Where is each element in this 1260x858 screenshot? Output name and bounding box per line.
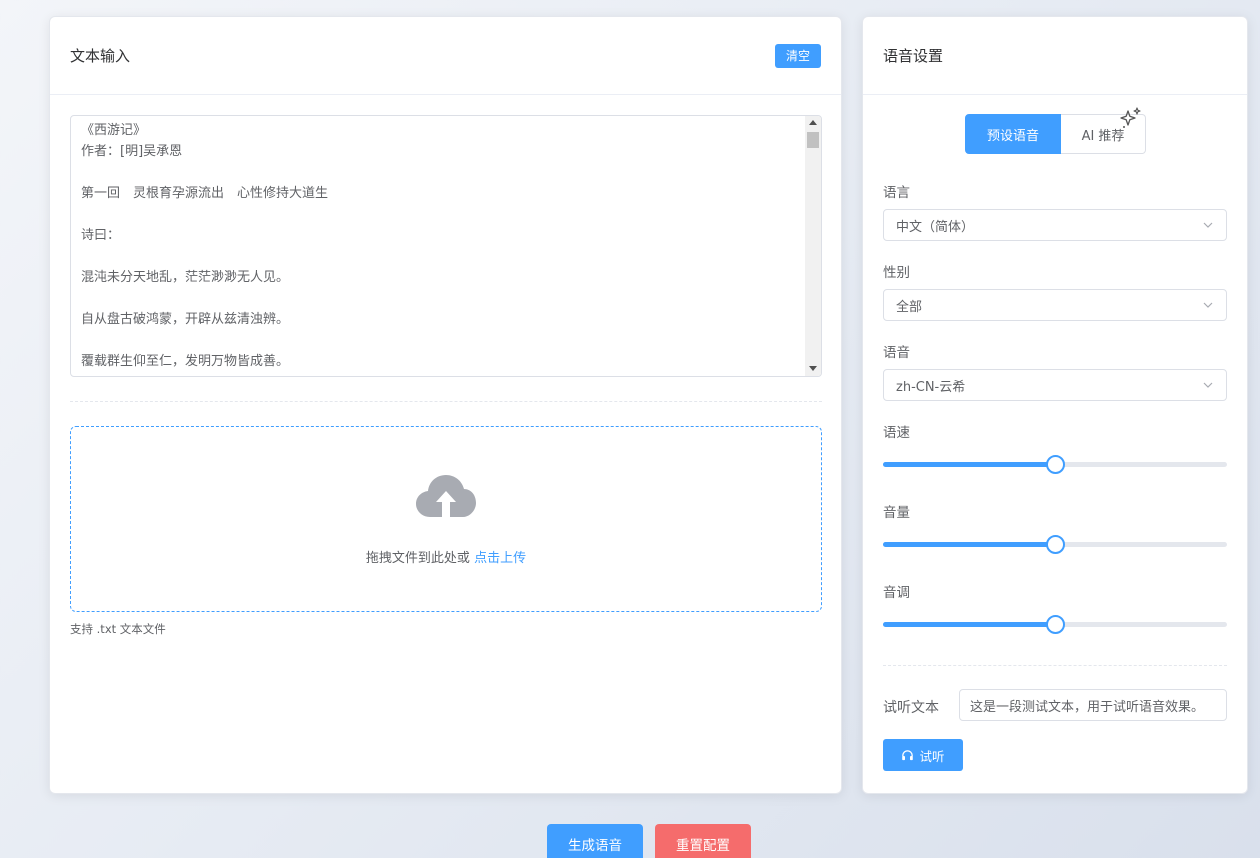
text-input-title: 文本输入 <box>70 47 131 65</box>
scroll-thumb[interactable] <box>807 132 819 148</box>
chevron-down-icon <box>1203 302 1213 308</box>
upload-tip: 支持 .txt 文本文件 <box>70 622 166 636</box>
listen-label: 试听 <box>919 748 945 764</box>
volume-label: 音量 <box>883 505 910 521</box>
cloud-upload-icon <box>416 474 476 517</box>
slider-fill <box>883 462 1055 467</box>
upload-dropzone[interactable]: 拖拽文件到此处或 点击上传 <box>70 426 822 612</box>
clear-button[interactable]: 清空 <box>774 43 821 68</box>
slider-fill <box>883 542 1055 547</box>
listen-button[interactable]: 试听 <box>883 739 963 771</box>
slider-thumb[interactable] <box>1046 615 1065 634</box>
rate-label: 语速 <box>883 425 910 441</box>
language-label: 语言 <box>883 185 910 201</box>
voice-select[interactable]: zh-CN-云希 <box>883 369 1227 401</box>
language-select[interactable]: 中文（简体） <box>883 209 1227 241</box>
scroll-up-icon[interactable] <box>809 120 817 125</box>
gender-select[interactable]: 全部 <box>883 289 1227 321</box>
upload-link[interactable]: 点击上传 <box>474 551 526 566</box>
slider-thumb[interactable] <box>1046 455 1065 474</box>
pitch-slider[interactable] <box>883 614 1227 634</box>
voice-settings-title: 语音设置 <box>883 47 944 65</box>
volume-slider[interactable] <box>883 534 1227 554</box>
voice-value: zh-CN-云希 <box>896 379 966 395</box>
upload-hint: 拖拽文件到此处或 点击上传 <box>366 547 526 566</box>
preview-text-label: 试听文本 <box>883 700 939 716</box>
chevron-down-icon <box>1203 222 1213 228</box>
gender-label: 性别 <box>883 265 910 281</box>
language-value: 中文（简体） <box>896 219 975 235</box>
generate-speech-button[interactable]: 生成语音 <box>547 824 643 858</box>
scroll-down-icon[interactable] <box>809 366 817 371</box>
text-area-scrollbar[interactable] <box>805 116 821 376</box>
text-area-content[interactable]: 《西游记》 作者：[明]吴承恩 第一回 灵根育孕源流出 心性修持大道生 诗曰： … <box>71 116 821 376</box>
rate-slider[interactable] <box>883 454 1227 474</box>
reset-config-button[interactable]: 重置配置 <box>655 824 751 858</box>
upload-hint-text: 拖拽文件到此处或 <box>365 550 475 566</box>
text-area[interactable]: 《西游记》 作者：[明]吴承恩 第一回 灵根育孕源流出 心性修持大道生 诗曰： … <box>70 115 822 377</box>
text-input-card: 文本输入 清空 《西游记》 作者：[明]吴承恩 第一回 灵根育孕源流出 心性修持… <box>49 16 842 794</box>
voice-settings-header: 语音设置 <box>863 17 1247 95</box>
chevron-down-icon <box>1203 382 1213 388</box>
voice-label: 语音 <box>883 345 910 361</box>
divider <box>883 665 1227 666</box>
divider <box>70 401 822 402</box>
headset-icon <box>902 749 914 760</box>
tab-preset-voice[interactable]: 预设语音 <box>965 114 1061 154</box>
gender-value: 全部 <box>896 299 923 315</box>
slider-thumb[interactable] <box>1046 535 1065 554</box>
text-input-header: 文本输入 清空 <box>50 17 841 95</box>
pitch-label: 音调 <box>883 585 910 601</box>
sparkle-icon <box>1120 107 1141 128</box>
slider-fill <box>883 622 1055 627</box>
voice-settings-card: 语音设置 预设语音 AI 推荐 语言 中文（简体） 性别 全部 语音 zh-CN… <box>862 16 1248 794</box>
preview-text-input[interactable] <box>959 689 1227 721</box>
